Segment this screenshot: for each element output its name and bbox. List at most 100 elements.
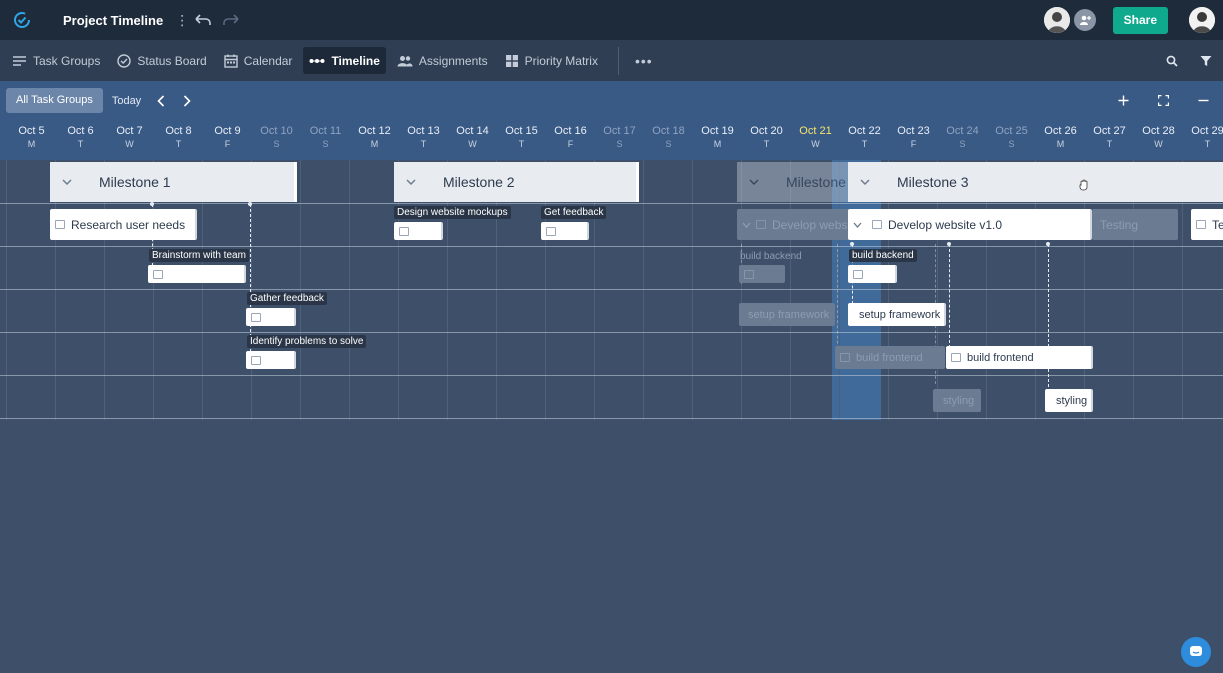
more-views-icon[interactable]: ••• <box>635 53 653 69</box>
task-testing-ghost[interactable]: Testing <box>1092 209 1178 240</box>
date-column: Oct 13 T <box>399 120 448 160</box>
all-task-groups-button[interactable]: All Task Groups <box>6 88 103 113</box>
chat-support-button[interactable] <box>1181 637 1211 667</box>
task-styling-label: styling <box>1056 394 1088 407</box>
day-of-week-label: T <box>1106 139 1113 149</box>
date-label: Oct 7 <box>116 125 143 137</box>
task-design-website-mockups[interactable] <box>394 222 443 240</box>
row-divider <box>0 375 1223 376</box>
nav-timeline[interactable]: Timeline <box>303 47 386 74</box>
date-column: Oct 27 T <box>1085 120 1134 160</box>
date-label: Oct 20 <box>750 125 783 137</box>
date-column: Oct 11 S <box>301 120 350 160</box>
date-label: Oct 29 <box>1191 125 1223 137</box>
chevron-down-icon[interactable] <box>853 222 867 228</box>
task-ghost-styling: styling <box>933 389 981 412</box>
date-column: Oct 25 S <box>987 120 1036 160</box>
date-column: Oct 8 T <box>154 120 203 160</box>
task-build-backend[interactable] <box>848 265 897 283</box>
date-column: Oct 20 T <box>742 120 791 160</box>
date-label: Oct 28 <box>1142 125 1175 137</box>
filter-icon[interactable] <box>1189 40 1223 81</box>
zoom-in-icon[interactable] <box>1103 81 1143 120</box>
task-build-backend-label: build backend <box>849 249 917 262</box>
day-of-week-label: T <box>175 139 182 149</box>
date-column: Oct 17 S <box>595 120 644 160</box>
milestone-icon <box>766 176 778 188</box>
date-label: Oct 21 <box>799 125 832 137</box>
date-label: Oct 16 <box>554 125 587 137</box>
row-divider <box>0 332 1223 333</box>
chevron-left-icon[interactable] <box>155 91 167 111</box>
collaborator-avatar[interactable] <box>1043 7 1070 33</box>
zoom-out-icon[interactable] <box>1183 81 1223 120</box>
share-button[interactable]: Share <box>1112 6 1168 34</box>
people-icon <box>397 55 413 66</box>
search-icon[interactable] <box>1155 40 1189 81</box>
task-brainstorm-label: Brainstorm with team <box>149 249 249 262</box>
milestone-ghost-label: Milestone 3 <box>786 174 858 190</box>
day-of-week-label: F <box>910 139 917 149</box>
date-column: Oct 24 S <box>938 120 987 160</box>
chevron-down-icon[interactable] <box>853 179 877 185</box>
dependency-line <box>250 204 251 352</box>
date-column: Oct 23 F <box>889 120 938 160</box>
dependency-line <box>1048 244 1049 392</box>
chevron-down-icon[interactable] <box>399 179 423 185</box>
task-testing-2[interactable]: Testing <box>1191 209 1223 240</box>
milestone-3-label: Milestone 3 <box>897 174 969 190</box>
nav-calendar[interactable]: Calendar <box>218 47 299 74</box>
nav-task-groups[interactable]: Task Groups <box>6 47 106 74</box>
date-column: Oct 21 W <box>791 120 840 160</box>
date-column: Oct 15 T <box>497 120 546 160</box>
milestone-3[interactable]: Milestone 3 <box>848 162 1223 202</box>
nav-priority-matrix-label: Priority Matrix <box>524 53 598 68</box>
user-avatar[interactable] <box>1189 7 1215 33</box>
date-label: Oct 5 <box>18 125 45 137</box>
view-nav-bar: Task Groups Status Board Calendar Timeli… <box>0 40 1223 81</box>
redo-icon[interactable] <box>221 10 241 30</box>
date-column: Oct 28 W <box>1134 120 1183 160</box>
task-setup-framework[interactable]: setup framework <box>848 303 946 326</box>
day-of-week-label: M <box>1056 139 1065 149</box>
day-of-week-label: F <box>224 139 231 149</box>
day-of-week-label: M <box>713 139 722 149</box>
task-develop-website[interactable]: Develop website v1.0 <box>848 209 1092 240</box>
nav-assignments[interactable]: Assignments <box>391 47 494 74</box>
nav-status-board[interactable]: Status Board <box>111 47 212 74</box>
task-build-frontend[interactable]: build frontend <box>946 346 1093 369</box>
today-button[interactable]: Today <box>112 95 141 107</box>
chevron-right-icon[interactable] <box>181 91 193 111</box>
task-gather-feedback[interactable] <box>246 308 296 326</box>
date-label: Oct 24 <box>946 125 979 137</box>
date-column: Oct 9 F <box>203 120 252 160</box>
date-label: Oct 13 <box>407 125 440 137</box>
day-of-week-label: T <box>763 139 770 149</box>
day-of-week-label: M <box>27 139 36 149</box>
day-gridline <box>349 160 350 420</box>
date-label: Oct 14 <box>456 125 489 137</box>
grid-icon <box>505 54 518 67</box>
add-user-icon[interactable] <box>1073 9 1096 31</box>
day-of-week-label: W <box>811 139 820 149</box>
project-menu-icon[interactable]: ⋮ <box>175 12 189 29</box>
nav-priority-matrix[interactable]: Priority Matrix <box>499 47 604 74</box>
task-styling[interactable]: styling <box>1045 389 1093 412</box>
fullscreen-icon[interactable] <box>1143 81 1183 120</box>
milestone-2[interactable]: Milestone 2 <box>394 162 639 202</box>
task-identify-problems-label: Identify problems to solve <box>247 335 367 348</box>
undo-icon[interactable] <box>193 10 213 30</box>
app-logo-icon[interactable] <box>0 0 44 40</box>
nav-calendar-label: Calendar <box>243 53 293 68</box>
date-label: Oct 27 <box>1093 125 1126 137</box>
task-ghost-setup-framework-label: setup framework <box>748 308 830 321</box>
milestone-1[interactable]: Milestone 1 <box>50 162 297 202</box>
task-identify-problems[interactable] <box>246 351 296 369</box>
chevron-down-icon[interactable] <box>55 179 79 185</box>
task-research-user-needs[interactable]: Research user needs <box>50 209 197 240</box>
date-label: Oct 8 <box>165 125 192 137</box>
project-title[interactable]: Project Timeline <box>63 13 163 28</box>
task-brainstorm-with-team[interactable] <box>148 265 246 283</box>
task-get-feedback[interactable] <box>541 222 589 240</box>
task-research-label: Research user needs <box>71 217 186 232</box>
